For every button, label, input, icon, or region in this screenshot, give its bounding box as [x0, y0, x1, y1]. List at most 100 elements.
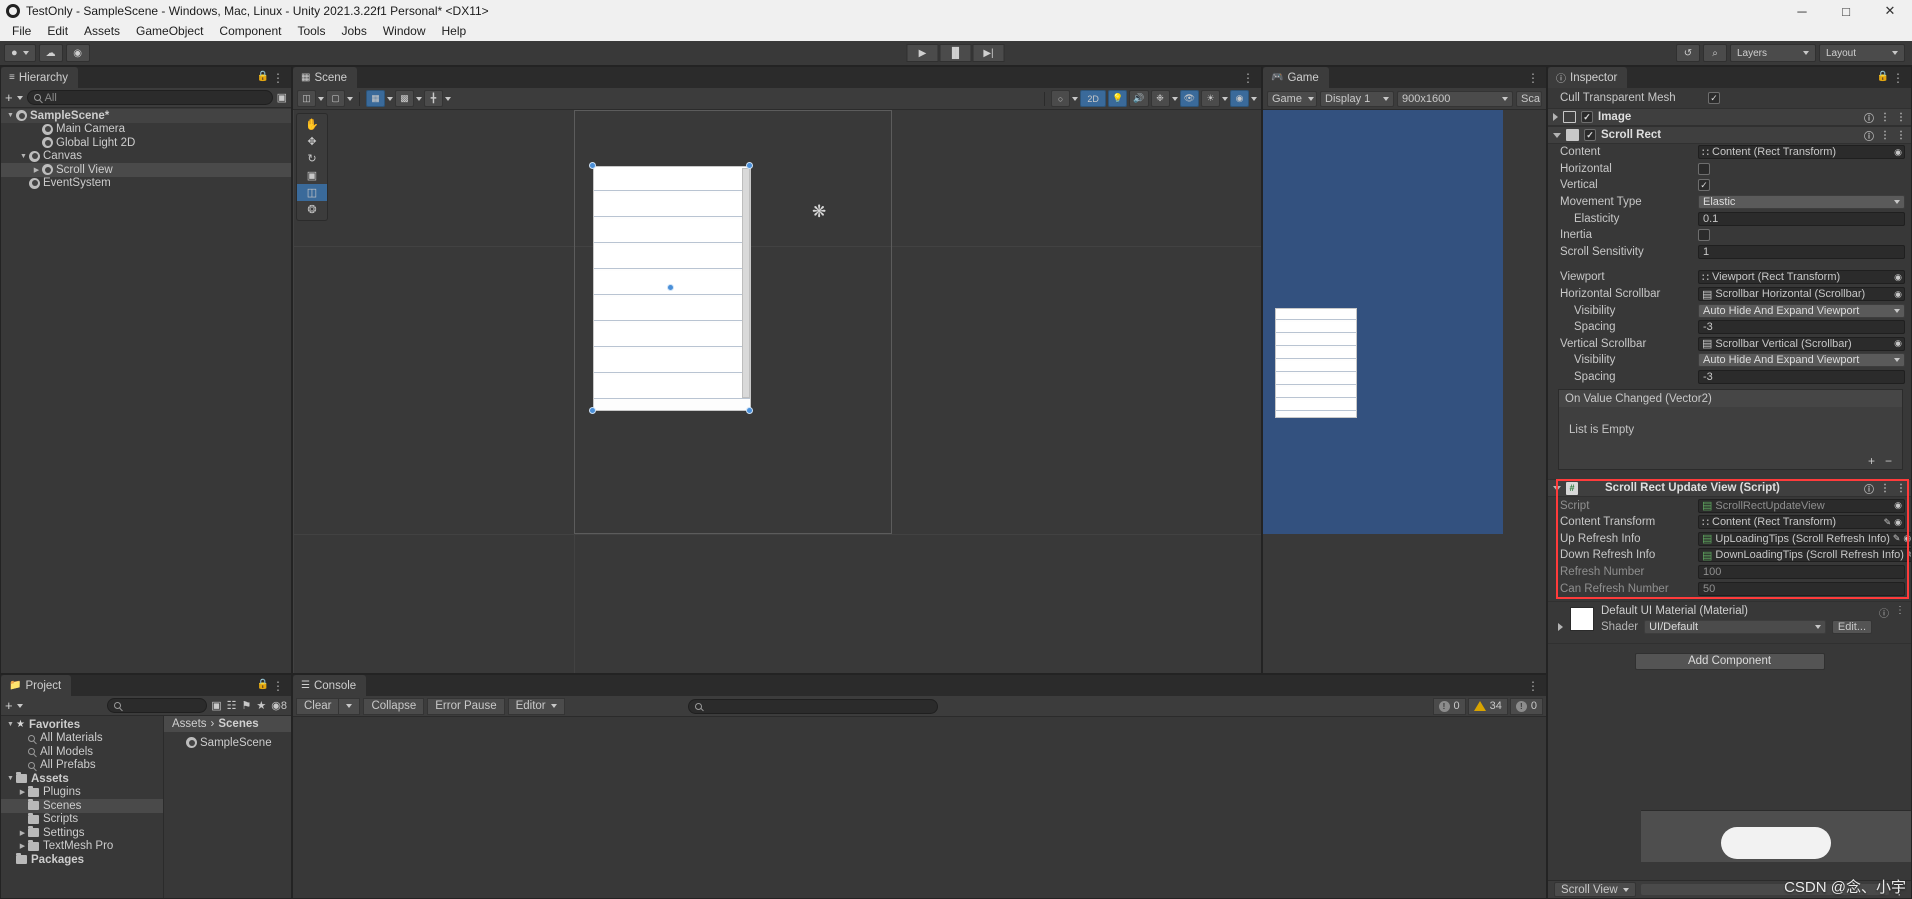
maximize-button[interactable]: □: [1824, 0, 1868, 22]
chevron-down-icon[interactable]: [16, 703, 23, 708]
rect-pivot-handle[interactable]: [667, 284, 674, 291]
chevron-down-icon[interactable]: ▼: [5, 775, 16, 782]
display-dropdown[interactable]: Display 1: [1320, 90, 1394, 107]
project-item-settings[interactable]: ▶ Settings: [1, 826, 163, 840]
warning-count[interactable]: 34: [1467, 697, 1508, 715]
hierarchy-item-canvas[interactable]: ▼ Canvas: [1, 150, 291, 164]
console-log-list[interactable]: [293, 717, 1546, 898]
help-icon[interactable]: ⓘ: [1864, 481, 1874, 496]
project-item-plugins[interactable]: ▶ Plugins: [1, 785, 163, 800]
preset-icon[interactable]: ⋮: [1880, 130, 1890, 141]
ruler-button[interactable]: ╋: [424, 90, 443, 107]
tab-inspector[interactable]: ⓘ Inspector: [1548, 67, 1628, 88]
resolution-dropdown[interactable]: 900x1600: [1397, 90, 1513, 107]
project-menu-icon[interactable]: ⋮: [272, 679, 285, 693]
chevron-down-icon[interactable]: [387, 96, 393, 101]
project-search-input[interactable]: [106, 698, 208, 713]
image-enabled-checkbox[interactable]: ✓: [1581, 111, 1593, 123]
lock-icon[interactable]: 🔒: [257, 71, 269, 82]
preset-icon[interactable]: ⋮: [1880, 483, 1890, 494]
project-tree[interactable]: ▼ ★ Favorites All Materials All Models All Pr…: [1, 716, 164, 898]
scale-tool-button[interactable]: ▣: [297, 167, 327, 184]
inspector-menu-icon[interactable]: ⋮: [1892, 71, 1905, 85]
hierarchy-item-eventsystem[interactable]: EventSystem: [1, 177, 291, 191]
rect-handle-top-left[interactable]: [589, 162, 596, 169]
property-object-field[interactable]: ▤DownLoadingTips (Scroll Refresh Info)✎◉: [1698, 548, 1911, 563]
draw-mode-button[interactable]: ▢: [326, 90, 345, 107]
chevron-down-icon[interactable]: [416, 96, 422, 101]
tab-game[interactable]: 🎮 Game: [1263, 67, 1329, 88]
save-search-icon[interactable]: ▣: [211, 699, 221, 712]
chevron-down-icon[interactable]: [1171, 96, 1178, 101]
object-picker-icon[interactable]: ◉: [1903, 533, 1911, 544]
edit-pencil-icon[interactable]: ✎: [1907, 550, 1911, 561]
chevron-down-icon[interactable]: ▼: [5, 721, 16, 728]
hierarchy-menu-icon[interactable]: ⋮: [272, 71, 285, 85]
close-button[interactable]: ✕: [1868, 0, 1912, 22]
create-button[interactable]: +: [5, 91, 13, 104]
property-dropdown[interactable]: Auto Hide And Expand Viewport: [1698, 303, 1905, 318]
chevron-down-icon[interactable]: ▼: [5, 112, 16, 119]
error-count[interactable]: ! 0: [1509, 697, 1543, 715]
grid-snap-button[interactable]: ▩: [395, 90, 414, 107]
shading-mode-button[interactable]: ◫: [297, 90, 316, 107]
rect-handle-top-right[interactable]: [746, 162, 753, 169]
lock-icon[interactable]: 🔒: [257, 679, 269, 690]
breadcrumb-assets[interactable]: Assets: [172, 718, 207, 730]
hierarchy-search-input[interactable]: All: [26, 90, 273, 105]
property-object-field[interactable]: ∷ Content (Rect Transform) ✎ ◉: [1698, 515, 1905, 530]
project-item-all-materials[interactable]: All Materials: [1, 732, 163, 746]
chevron-down-icon[interactable]: [1072, 96, 1079, 101]
chevron-right-icon[interactable]: [1558, 622, 1563, 631]
rect-handle-bottom-left[interactable]: [589, 407, 596, 414]
step-button[interactable]: ▶|: [972, 44, 1005, 62]
chevron-down-icon[interactable]: [318, 96, 324, 101]
layout-dropdown[interactable]: Layout: [1819, 44, 1905, 62]
transform-tool-button[interactable]: ❂: [297, 201, 327, 218]
search-icon[interactable]: ⌕: [1703, 44, 1727, 62]
project-item-packages[interactable]: Packages: [1, 853, 163, 867]
label-filter-icon[interactable]: ⚑: [242, 699, 252, 712]
property-dropdown[interactable]: Auto Hide And Expand Viewport: [1698, 353, 1905, 368]
property-number-input[interactable]: -3: [1698, 320, 1905, 335]
property-object-field[interactable]: ∷ Viewport (Rect Transform) ◉: [1698, 270, 1905, 285]
component-header-scroll-rect[interactable]: ✓ Scroll Rect ⓘ ⋮ ⋮: [1548, 126, 1911, 144]
menu-item-component[interactable]: Component: [211, 22, 289, 41]
menu-item-gameobject[interactable]: GameObject: [128, 22, 211, 41]
scroll-rect-enabled-checkbox[interactable]: ✓: [1584, 129, 1596, 141]
property-object-field[interactable]: ▤ Scrollbar Horizontal (Scrollbar) ◉: [1698, 287, 1905, 302]
help-icon[interactable]: ⓘ: [1864, 128, 1874, 143]
material-header[interactable]: Default UI Material (Material) Shader UI…: [1548, 602, 1911, 634]
packages-icon[interactable]: ☷: [227, 699, 237, 712]
rect-tool-button[interactable]: ◫: [297, 184, 327, 201]
property-object-field[interactable]: ∷ Content (Rect Transform) ◉: [1698, 145, 1905, 160]
audio-toggle-button[interactable]: 🔊: [1129, 90, 1149, 107]
chevron-down-icon[interactable]: [1553, 485, 1561, 491]
property-number-input[interactable]: 0.1: [1698, 211, 1905, 226]
collab-button[interactable]: ◉: [65, 44, 90, 62]
hierarchy-tree[interactable]: ▼ SampleScene* Main Camera Global Light 2D ▼…: [1, 108, 291, 673]
object-picker-icon[interactable]: ◉: [1894, 517, 1902, 528]
console-menu-icon[interactable]: ⋮: [1527, 679, 1540, 693]
chevron-down-icon[interactable]: [1251, 96, 1257, 101]
breadcrumb-scenes[interactable]: Scenes: [218, 718, 258, 730]
pause-button[interactable]: ▐▌: [939, 44, 972, 62]
scene-visibility-button[interactable]: 👁: [1179, 90, 1199, 107]
menu-item-edit[interactable]: Edit: [39, 22, 76, 41]
project-item-textmesh-pro[interactable]: ▶ TextMesh Pro: [1, 839, 163, 854]
clear-button[interactable]: Clear: [296, 697, 339, 715]
editor-dropdown-button[interactable]: Editor: [507, 697, 565, 715]
scene-viewport[interactable]: ✋ ✥ ↻ ▣ ◫ ❂ ❋: [293, 110, 1261, 673]
chevron-right-icon[interactable]: ▶: [17, 788, 28, 796]
property-checkbox[interactable]: ✓: [1698, 229, 1710, 242]
project-item-assets[interactable]: ▼ Assets: [1, 772, 163, 786]
object-picker-icon[interactable]: ◉: [1894, 338, 1902, 349]
rect-handle-bottom-right[interactable]: [746, 407, 753, 414]
project-item-all-prefabs[interactable]: All Prefabs: [1, 759, 163, 773]
component-header-image[interactable]: ✓ Image ⓘ ⋮ ⋮: [1548, 108, 1911, 126]
game-menu-icon[interactable]: ⋮: [1527, 71, 1540, 85]
chevron-right-icon[interactable]: ▶: [17, 842, 28, 850]
tab-scene[interactable]: ▦ Scene: [293, 67, 358, 88]
tab-console[interactable]: ☰ Console: [293, 675, 367, 696]
project-item-favorites[interactable]: ▼ ★ Favorites: [1, 718, 163, 732]
